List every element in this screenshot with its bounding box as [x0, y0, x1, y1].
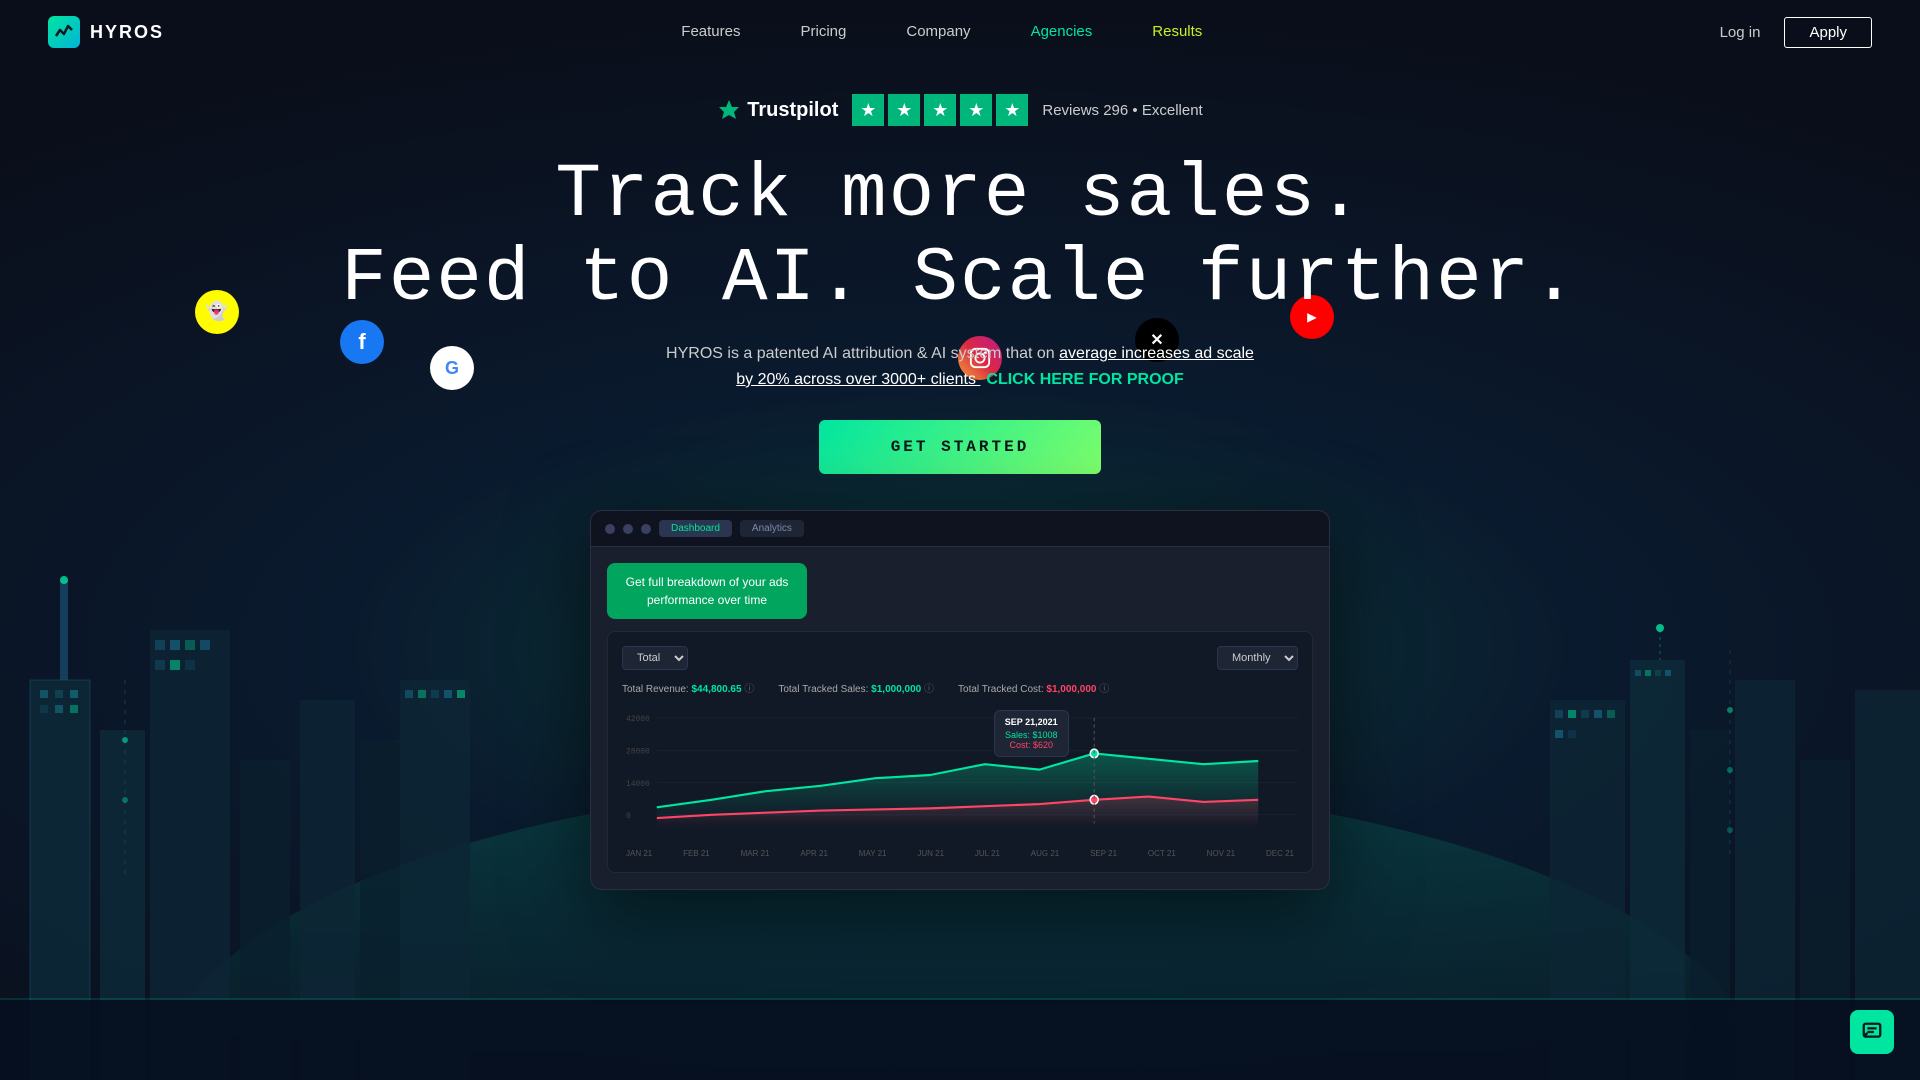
sales-value: $1,000,000	[871, 684, 921, 695]
dashboard-tab-2[interactable]: Analytics	[740, 520, 804, 537]
trustpilot-logo: Trustpilot	[717, 98, 838, 122]
svg-text:42000: 42000	[626, 715, 650, 724]
chart-container: Total Monthly Total Revenue: $44,800.65 …	[607, 631, 1313, 873]
apply-button[interactable]: Apply	[1784, 17, 1872, 48]
topbar-dot-3	[641, 524, 651, 534]
svg-text:0: 0	[626, 812, 631, 821]
star-4: ★	[960, 94, 992, 126]
ads-tooltip: Get full breakdown of your ads performan…	[607, 563, 807, 619]
cost-value: $1,000,000	[1046, 684, 1096, 695]
nav-company[interactable]: Company	[906, 23, 970, 40]
hero-description: HYROS is a patented AI attribution & AI …	[666, 341, 1254, 392]
login-link[interactable]: Log in	[1720, 24, 1761, 41]
dashboard-topbar: Dashboard Analytics	[591, 511, 1329, 547]
logo-icon	[48, 16, 80, 48]
revenue-label: Total Revenue: $44,800.65 ⓘ	[622, 680, 754, 695]
nav-links: Features Pricing Company Agencies Result…	[681, 23, 1202, 41]
dashboard-tab-active[interactable]: Dashboard	[659, 520, 732, 537]
nav-results[interactable]: Results	[1152, 23, 1202, 40]
reviews-text: Reviews 296 • Excellent	[1042, 102, 1202, 119]
star-1: ★	[852, 94, 884, 126]
chart-x-labels: JAN 21 FEB 21 MAR 21 APR 21 MAY 21 JUN 2…	[622, 849, 1298, 858]
star-rating: ★ ★ ★ ★ ★	[852, 94, 1028, 126]
svg-text:28000: 28000	[626, 748, 650, 757]
logo[interactable]: HYROS	[48, 16, 164, 48]
star-5: ★	[996, 94, 1028, 126]
revenue-value: $44,800.65	[692, 684, 742, 695]
hero-headline: Track more sales. Feed to AI. Scale furt…	[341, 154, 1579, 321]
cost-label: Total Tracked Cost: $1,000,000 ⓘ	[958, 680, 1109, 695]
trustpilot-brand: Trustpilot	[747, 99, 838, 122]
chart-metrics: Total Revenue: $44,800.65 ⓘ Total Tracke…	[622, 680, 1298, 695]
chat-icon[interactable]	[1850, 1010, 1894, 1054]
main-content: Trustpilot ★ ★ ★ ★ ★ Reviews 296 • Excel…	[0, 64, 1920, 890]
dashboard-preview: Dashboard Analytics Get full breakdown o…	[590, 510, 1330, 890]
topbar-dot-1	[605, 524, 615, 534]
nav-features[interactable]: Features	[681, 23, 740, 40]
nav-agencies[interactable]: Agencies	[1031, 23, 1093, 40]
sales-label: Total Tracked Sales: $1,000,000 ⓘ	[778, 680, 934, 695]
nav-pricing[interactable]: Pricing	[801, 23, 847, 40]
proof-link[interactable]: CLICK HERE FOR PROOF	[986, 371, 1183, 388]
star-3: ★	[924, 94, 956, 126]
svg-text:14000: 14000	[626, 780, 650, 789]
trustpilot-bar: Trustpilot ★ ★ ★ ★ ★ Reviews 296 • Excel…	[717, 94, 1202, 126]
dashboard-inner: Get full breakdown of your ads performan…	[591, 547, 1329, 889]
topbar-dot-2	[623, 524, 633, 534]
nav-right: Log in Apply	[1720, 17, 1872, 48]
navbar: HYROS Features Pricing Company Agencies …	[0, 0, 1920, 64]
logo-text: HYROS	[90, 22, 164, 43]
chart-type-select[interactable]: Total	[622, 646, 688, 670]
get-started-button[interactable]: GET STARTED	[819, 420, 1102, 474]
chart-controls: Total Monthly	[622, 646, 1298, 670]
chart-period-select[interactable]: Monthly	[1217, 646, 1298, 670]
star-2: ★	[888, 94, 920, 126]
chart-area: 42000 28000 14000 0	[622, 705, 1298, 845]
